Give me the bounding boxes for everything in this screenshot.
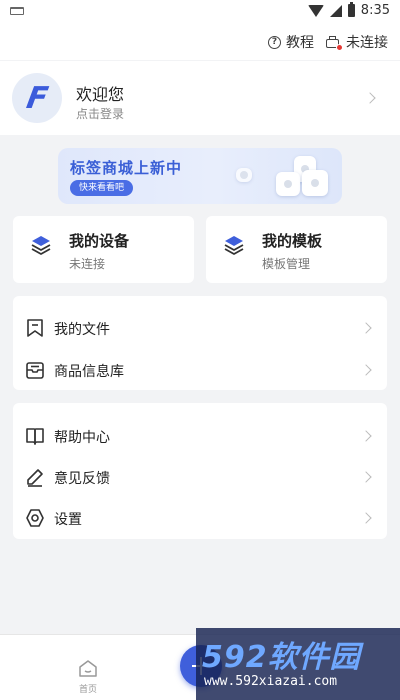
profile-login-row[interactable]: F 欢迎您 点击登录 (0, 61, 400, 135)
menu-item-label: 商品信息库 (54, 364, 124, 380)
inbox-icon (26, 362, 44, 379)
pen-icon (27, 469, 43, 487)
status-bar: 8:35 (0, 0, 400, 24)
nav-home[interactable]: 首页 (72, 659, 104, 695)
promo-banner[interactable]: 标签商城上新中 快来看看吧 (58, 148, 342, 204)
hexagon-settings-icon (26, 509, 44, 527)
tutorial-label: 教程 (286, 35, 314, 51)
banner-button[interactable]: 快来看看吧 (70, 180, 134, 196)
label-roll-icon (276, 172, 300, 196)
connection-status-button[interactable]: 未连接 (326, 32, 388, 52)
bookmark-icon (27, 319, 43, 337)
menu-item-label: 设置 (54, 512, 82, 528)
avatar-logo: F (23, 80, 51, 116)
help-circle-icon: ? (268, 35, 281, 49)
banner-title: 标签商城上新中 (70, 159, 183, 177)
chevron-right-icon (360, 512, 372, 524)
login-hint: 点击登录 (76, 107, 125, 121)
battery-icon (347, 2, 355, 17)
menu-item-label: 意见反馈 (54, 471, 110, 487)
status-time: 8:35 (360, 3, 390, 18)
chevron-right-icon (360, 430, 372, 442)
status-icons: 8:35 (307, 2, 390, 18)
menu-group-support: 帮助中心 意见反馈 设置 (13, 403, 387, 539)
printer-disconnected-icon (326, 35, 343, 51)
card-subtitle: 未连接 (69, 257, 106, 271)
signal-icon (329, 4, 342, 17)
menu-group-files: 我的文件 商品信息库 (13, 296, 387, 390)
my-templates-card[interactable]: 我的模板 模板管理 (206, 216, 387, 283)
card-subtitle: 模板管理 (262, 257, 311, 271)
menu-item-product-library[interactable]: 商品信息库 (13, 349, 387, 391)
layers-icon (31, 236, 51, 255)
card-title: 我的模板 (262, 232, 323, 250)
book-icon (26, 428, 44, 445)
menu-item-feedback[interactable]: 意见反馈 (13, 456, 387, 498)
menu-item-label: 帮助中心 (54, 430, 110, 446)
chevron-right-icon (364, 92, 376, 104)
watermark-logo: 592软件园 (202, 640, 361, 675)
chevron-right-icon (360, 322, 372, 334)
nav-home-label: 首页 (78, 685, 97, 695)
wifi-icon (307, 4, 324, 17)
connection-label: 未连接 (346, 35, 388, 51)
notification-icon (10, 7, 24, 15)
tutorial-button[interactable]: ? 教程 (268, 32, 314, 52)
label-roll-icon (236, 168, 252, 182)
home-icon (79, 660, 97, 677)
label-roll-icon (302, 170, 328, 196)
menu-item-my-files[interactable]: 我的文件 (13, 307, 387, 349)
watermark: 592软件园 www.592xiazai.com (196, 628, 400, 700)
watermark-url: www.592xiazai.com (204, 674, 338, 689)
layers-icon (224, 236, 244, 255)
chevron-right-icon (360, 364, 372, 376)
menu-item-help-center[interactable]: 帮助中心 (13, 415, 387, 457)
top-bar: ? 教程 未连接 (0, 24, 400, 60)
card-title: 我的设备 (69, 232, 130, 250)
avatar: F (12, 73, 62, 123)
menu-item-label: 我的文件 (54, 322, 110, 338)
welcome-text: 欢迎您 (76, 85, 125, 104)
chevron-right-icon (360, 471, 372, 483)
my-devices-card[interactable]: 我的设备 未连接 (13, 216, 194, 283)
menu-item-settings[interactable]: 设置 (13, 497, 387, 539)
